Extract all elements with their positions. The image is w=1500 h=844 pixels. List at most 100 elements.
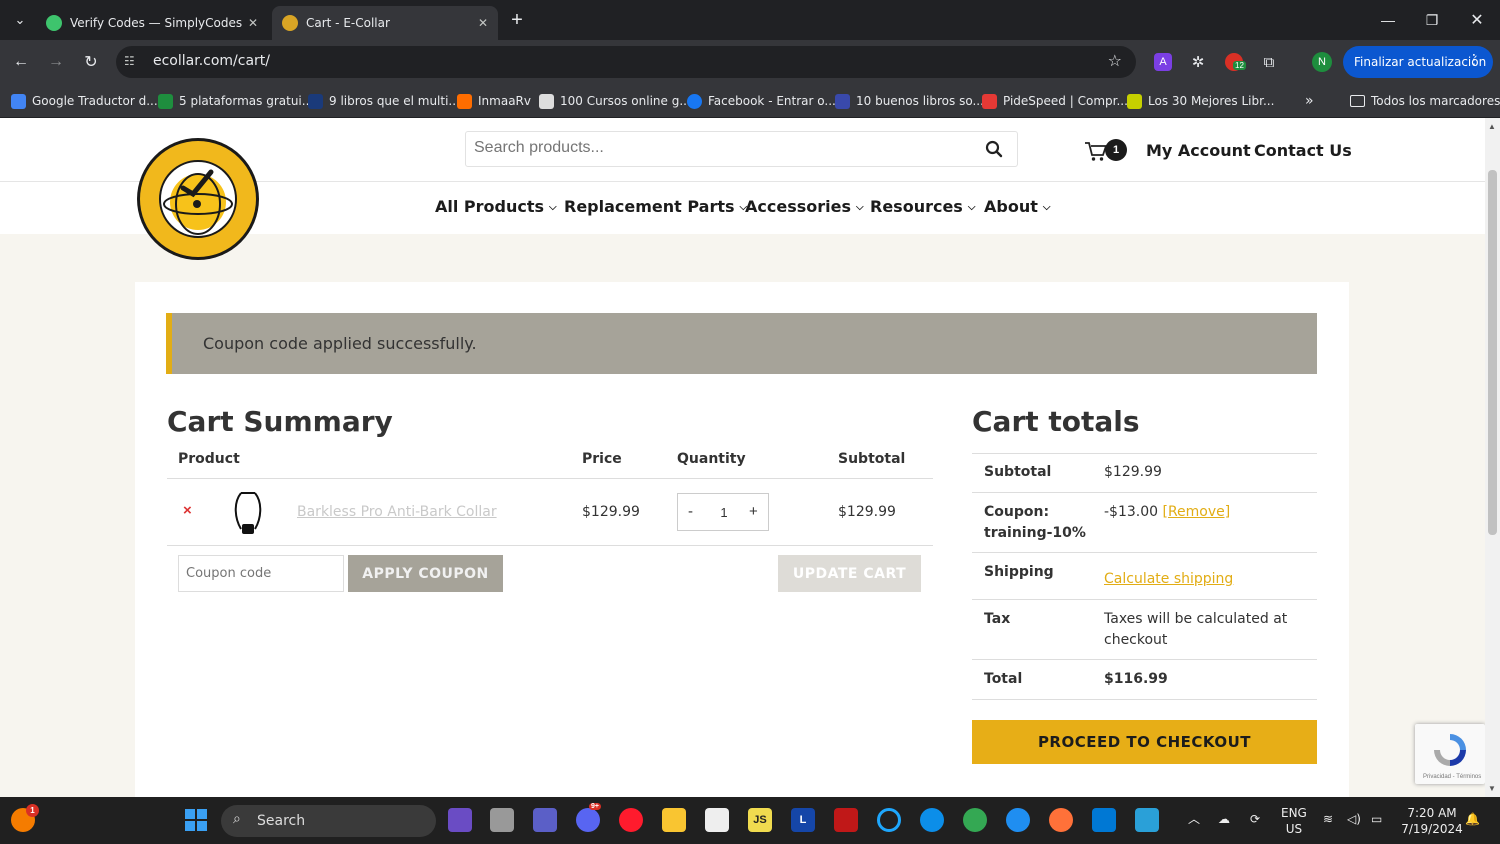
edge-icon[interactable] <box>920 808 944 832</box>
opera-icon[interactable] <box>619 808 643 832</box>
bookmark-item[interactable]: InmaaRv <box>457 91 531 111</box>
tab-search-button[interactable]: ⌄ <box>8 8 32 32</box>
product-name-link[interactable]: Barkless Pro Anti-Bark Collar <box>297 504 497 520</box>
javascript-icon[interactable]: JS <box>748 808 772 832</box>
calculate-shipping-link[interactable]: Calculate shipping <box>1104 569 1233 590</box>
extension-badge-icon[interactable]: 12 <box>1225 53 1246 71</box>
onedrive-icon[interactable]: ☁ <box>1218 811 1230 827</box>
address-bar[interactable]: ☷ ecollar.com/cart/ ☆ <box>116 46 1136 78</box>
firefox-icon[interactable] <box>1049 808 1073 832</box>
bookmark-item[interactable]: 10 buenos libros so... <box>835 91 984 111</box>
extensions-puzzle-icon[interactable]: ⧉ <box>1260 53 1278 71</box>
sync-icon[interactable]: ⟳ <box>1250 811 1260 827</box>
teams-icon[interactable] <box>533 808 557 832</box>
contact-us-link[interactable]: Contact Us <box>1254 141 1352 160</box>
menu-accessories[interactable]: Accessories ⌵ <box>745 197 864 216</box>
update-chrome-button[interactable]: Finalizar actualización ⋮ <box>1343 46 1493 78</box>
microsoft-store-icon[interactable] <box>705 808 729 832</box>
facebook-icon <box>687 93 702 109</box>
scroll-up-icon[interactable]: ▲ <box>1488 122 1496 131</box>
product-thumbnail[interactable] <box>231 489 265 535</box>
windows-taskbar: 1 ⌕ Search 9+ JS L ︿ ☁ ⟳ ENG US ≋ ◁) ▭ 7… <box>0 797 1500 844</box>
bird-app-icon[interactable] <box>1006 808 1030 832</box>
bookmark-item[interactable]: 5 plataformas gratui... <box>158 91 313 111</box>
tab-close-icon[interactable]: ✕ <box>248 16 258 30</box>
tax-label: Tax <box>984 611 1011 627</box>
recaptcha-icon <box>1434 734 1466 766</box>
reload-icon[interactable]: ↻ <box>80 51 102 73</box>
recaptcha-terms[interactable]: Privacidad - Términos <box>1423 774 1481 780</box>
language-indicator[interactable]: ENG US <box>1281 805 1307 837</box>
update-cart-button[interactable]: UPDATE CART <box>778 555 921 592</box>
bookmark-label: Facebook - Entrar o... <box>708 94 836 108</box>
new-tab-button[interactable]: + <box>505 8 529 32</box>
my-account-link[interactable]: My Account <box>1146 141 1251 160</box>
task-view-icon[interactable] <box>490 808 514 832</box>
chrome-icon[interactable] <box>963 808 987 832</box>
clock[interactable]: 7:20 AM 7/19/2024 <box>1400 805 1464 837</box>
column-subtotal: Subtotal <box>838 451 906 467</box>
weather-widget-icon[interactable]: 1 <box>11 804 39 832</box>
taskbar-search[interactable]: ⌕ Search <box>221 805 436 837</box>
qty-decrease-button[interactable]: - <box>688 503 693 520</box>
remove-item-icon[interactable]: × <box>183 502 192 519</box>
circle-app-icon[interactable] <box>877 808 901 832</box>
bookmark-item[interactable]: Google Traductor d... <box>11 91 158 111</box>
bookmark-star-icon[interactable]: ☆ <box>1108 51 1122 71</box>
bookmark-item[interactable]: PideSpeed | Compr... <box>982 91 1128 111</box>
site-info-icon[interactable]: ☷ <box>124 54 140 70</box>
qty-increase-button[interactable]: + <box>749 503 758 520</box>
scroll-down-icon[interactable]: ▼ <box>1488 784 1496 793</box>
minimize-icon[interactable]: — <box>1366 0 1410 40</box>
mcafee-icon[interactable] <box>834 808 858 832</box>
extension-a-icon[interactable]: A <box>1154 53 1172 71</box>
page-scrollbar[interactable]: ▲ ▼ <box>1485 118 1500 797</box>
menu-label: Accessories <box>745 197 851 216</box>
l-app-icon[interactable]: L <box>791 808 815 832</box>
restore-icon[interactable]: ❐ <box>1410 0 1454 40</box>
windows-start-icon[interactable] <box>184 808 208 832</box>
menu-all-products[interactable]: All Products ⌵ <box>435 197 557 216</box>
menu-replacement-parts[interactable]: Replacement Parts ⌵ <box>564 197 747 216</box>
bookmark-item[interactable]: 100 Cursos online g... <box>539 91 691 111</box>
close-window-icon[interactable]: ✕ <box>1455 0 1499 40</box>
show-hidden-icons[interactable]: ︿ <box>1188 811 1200 827</box>
discord-icon[interactable]: 9+ <box>576 803 601 832</box>
cart-count-badge[interactable]: 1 <box>1105 139 1127 161</box>
extension-gear-icon[interactable]: ✲ <box>1189 53 1207 71</box>
search-input[interactable] <box>474 139 954 157</box>
recaptcha-badge[interactable]: Privacidad - Términos <box>1415 724 1485 784</box>
more-bookmarks-button[interactable]: » <box>1305 91 1314 111</box>
search-icon[interactable] <box>985 140 1003 158</box>
notepad-icon[interactable] <box>1135 808 1159 832</box>
bookmark-item[interactable]: 9 libros que el multi... <box>308 91 460 111</box>
bookmark-item[interactable]: Facebook - Entrar o... <box>687 91 836 111</box>
battery-icon[interactable]: ▭ <box>1371 811 1382 827</box>
notification-bell-icon[interactable]: 🔔 <box>1465 811 1480 827</box>
profile-avatar[interactable]: N <box>1312 52 1332 72</box>
all-bookmarks-folder[interactable]: Todos los marcadores <box>1350 91 1500 111</box>
wifi-icon[interactable]: ≋ <box>1323 811 1333 827</box>
back-icon[interactable]: ← <box>10 51 32 73</box>
scrollbar-thumb[interactable] <box>1488 170 1497 535</box>
ecollar-logo[interactable] <box>135 136 261 262</box>
forward-icon[interactable]: → <box>45 51 67 73</box>
tab-ecollar-cart[interactable]: Cart - E-Collar ✕ <box>272 6 498 40</box>
tab-title: Cart - E-Collar <box>306 16 390 30</box>
item-price: $129.99 <box>582 504 640 520</box>
coupon-code-input[interactable] <box>178 555 344 592</box>
menu-about[interactable]: About ⌵ <box>984 197 1050 216</box>
file-explorer-icon[interactable] <box>662 808 686 832</box>
tab-close-icon[interactable]: ✕ <box>478 16 488 30</box>
remove-coupon-link[interactable]: [Remove] <box>1163 504 1231 520</box>
volume-icon[interactable]: ◁) <box>1347 811 1361 827</box>
proceed-to-checkout-button[interactable]: PROCEED TO CHECKOUT <box>972 720 1317 764</box>
bookmark-item[interactable]: Los 30 Mejores Libr... <box>1127 91 1274 111</box>
vscode-icon[interactable] <box>1092 808 1116 832</box>
qty-value[interactable]: 1 <box>716 505 732 520</box>
menu-resources[interactable]: Resources ⌵ <box>870 197 975 216</box>
cart-totals-title: Cart totals <box>972 405 1140 438</box>
app-icon[interactable] <box>448 808 472 832</box>
tab-simplycodes[interactable]: Verify Codes — SimplyCodes ✕ <box>36 6 268 40</box>
apply-coupon-button[interactable]: APPLY COUPON <box>348 555 503 592</box>
